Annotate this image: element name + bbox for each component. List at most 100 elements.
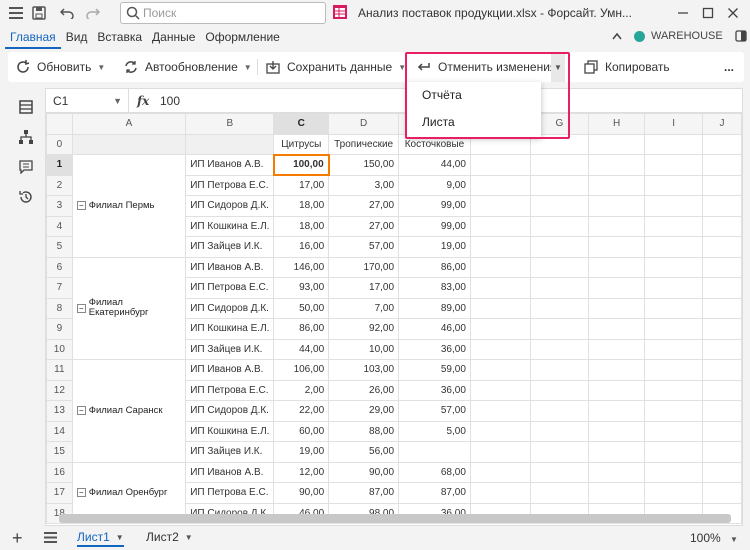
cell[interactable]: 93,00 (273, 277, 330, 299)
supplier-cell[interactable]: ИП Кошкина Е.Л. (185, 420, 275, 442)
row-header[interactable]: 1 (46, 154, 73, 176)
cell[interactable]: 170,00 (328, 256, 400, 278)
cell[interactable] (469, 420, 531, 442)
minimize-button[interactable] (672, 2, 694, 24)
supplier-cell[interactable]: ИП Зайцев И.К. (185, 441, 275, 463)
cell[interactable] (644, 133, 704, 155)
row-header[interactable]: 9 (46, 318, 73, 340)
cell[interactable] (587, 379, 646, 401)
cell[interactable]: 68,00 (398, 461, 471, 483)
cell[interactable] (587, 318, 646, 340)
cell[interactable] (702, 277, 742, 299)
cell[interactable] (469, 461, 531, 483)
cell[interactable] (644, 174, 704, 196)
cell[interactable]: 90,00 (328, 461, 400, 483)
row-header[interactable]: 12 (46, 379, 73, 401)
row-header[interactable]: 10 (46, 338, 73, 360)
supplier-cell[interactable]: ИП Петрова Е.С. (185, 277, 275, 299)
supplier-cell[interactable]: ИП Иванов А.В. (185, 154, 275, 176)
cell[interactable] (702, 420, 742, 442)
cell[interactable] (644, 154, 704, 176)
cell[interactable] (469, 482, 531, 504)
cell[interactable]: 146,00 (273, 256, 330, 278)
supplier-cell[interactable]: ИП Петрова Е.С. (185, 379, 275, 401)
chevron-down-icon[interactable]: ▼ (730, 535, 738, 544)
cell[interactable] (469, 379, 531, 401)
tab-insert[interactable]: Вставка (92, 27, 147, 49)
cell[interactable]: 100,00 (272, 153, 330, 176)
cell[interactable] (702, 318, 742, 340)
column-header[interactable]: I (644, 113, 704, 135)
tab-data[interactable]: Данные (147, 27, 200, 49)
cell[interactable] (529, 215, 589, 237)
cell[interactable]: 103,00 (328, 359, 400, 381)
cell[interactable] (702, 154, 742, 176)
save-icon[interactable] (28, 2, 50, 24)
cell[interactable]: 18,00 (273, 215, 330, 237)
cell[interactable] (644, 359, 704, 381)
hamburger-menu-icon[interactable] (5, 2, 27, 24)
cell[interactable]: 89,00 (398, 297, 471, 319)
chevron-down-icon[interactable]: ▼ (116, 533, 124, 542)
copy-button[interactable]: Копировать (578, 52, 676, 82)
supplier-cell[interactable]: ИП Петрова Е.С. (185, 174, 275, 196)
save-data-button[interactable]: Сохранить данные ▼ (260, 52, 412, 82)
cell[interactable] (529, 441, 589, 463)
cell[interactable]: 22,00 (273, 400, 330, 422)
cell[interactable] (702, 215, 742, 237)
column-header[interactable]: H (587, 113, 646, 135)
cell[interactable] (587, 256, 646, 278)
cell[interactable] (469, 359, 531, 381)
cell[interactable] (587, 338, 646, 360)
cell[interactable] (587, 420, 646, 442)
cell[interactable]: 9,00 (398, 174, 471, 196)
column-header[interactable]: D (328, 113, 400, 135)
sheet-list-button[interactable] (44, 532, 57, 543)
cell[interactable] (469, 133, 531, 155)
cell[interactable]: 16,00 (273, 236, 330, 258)
cell[interactable]: 29,00 (328, 400, 400, 422)
cell[interactable] (702, 195, 742, 217)
cell[interactable] (587, 215, 646, 237)
cell[interactable]: 2,00 (273, 379, 330, 401)
row-header[interactable]: 17 (46, 482, 73, 504)
row-header[interactable]: 7 (46, 277, 73, 299)
cell[interactable] (529, 461, 589, 483)
cell[interactable] (469, 256, 531, 278)
cell[interactable]: 86,00 (273, 318, 330, 340)
cell[interactable] (702, 400, 742, 422)
cell[interactable] (469, 318, 531, 340)
cell[interactable] (702, 441, 742, 463)
cell[interactable] (587, 461, 646, 483)
supplier-cell[interactable]: ИП Зайцев И.К. (185, 338, 275, 360)
cell[interactable]: 56,00 (328, 441, 400, 463)
cell[interactable]: 86,00 (398, 256, 471, 278)
search-box[interactable] (120, 2, 326, 24)
tab-home[interactable]: Главная (5, 27, 61, 49)
cell[interactable] (529, 297, 589, 319)
cell[interactable] (529, 359, 589, 381)
cell[interactable] (529, 133, 589, 155)
menu-item-report[interactable]: Отчёта (407, 82, 541, 109)
refresh-button[interactable]: Обновить ▼ (10, 52, 111, 82)
cell[interactable]: 99,00 (398, 215, 471, 237)
close-button[interactable] (722, 2, 744, 24)
column-header[interactable]: J (702, 113, 742, 135)
cell[interactable]: 36,00 (398, 379, 471, 401)
row-header[interactable]: 11 (46, 359, 73, 381)
cell[interactable] (587, 236, 646, 258)
supplier-cell[interactable]: ИП Сидоров Д.К. (185, 297, 275, 319)
cell[interactable] (469, 277, 531, 299)
cell-reference-box[interactable]: C1 ▼ (46, 89, 128, 113)
collapse-icon[interactable]: − (76, 488, 86, 498)
cell[interactable] (644, 461, 704, 483)
cell[interactable] (469, 154, 531, 176)
cell[interactable]: 83,00 (398, 277, 471, 299)
branch-cell[interactable]: − Филиал Екатеринбург (71, 256, 187, 360)
supplier-cell[interactable]: ИП Зайцев И.К. (185, 236, 275, 258)
cell[interactable] (644, 277, 704, 299)
row-header[interactable]: 6 (46, 256, 73, 278)
branch-cell[interactable]: − Филиал Саранск (71, 359, 187, 463)
cell[interactable] (587, 174, 646, 196)
cell[interactable] (644, 379, 704, 401)
